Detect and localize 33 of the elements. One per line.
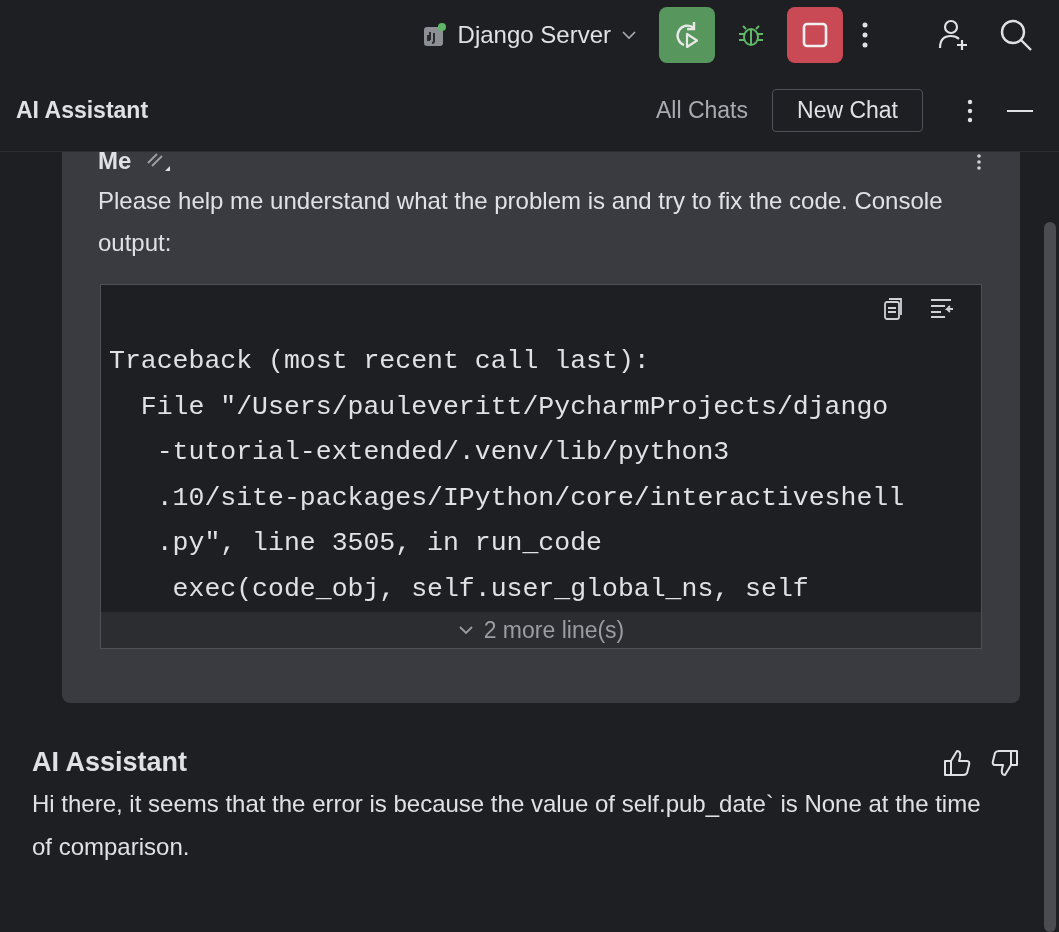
django-icon bbox=[421, 22, 448, 48]
wrap-lines-icon[interactable] bbox=[929, 297, 955, 319]
code-line: Traceback (most recent call last): bbox=[109, 345, 651, 378]
minimize-icon bbox=[1007, 108, 1033, 113]
code-line: exec(code_obj, self.user_global_ns, self bbox=[171, 572, 810, 606]
message-text: Hi there, it seems that the error is because the value of self.pub_date` is None at the time of comparison. bbox=[32, 789, 982, 862]
stop-icon bbox=[801, 21, 829, 49]
kebab-icon bbox=[861, 22, 869, 48]
search-icon bbox=[999, 18, 1033, 52]
chevron-down-icon bbox=[457, 625, 474, 635]
kebab-icon bbox=[976, 154, 982, 170]
stop-button[interactable] bbox=[787, 7, 843, 63]
code-line: .10/site-packages/IPython/core/interactiveshell bbox=[155, 481, 906, 515]
tool-window-title: AI Assistant bbox=[16, 97, 149, 124]
copy-icon[interactable] bbox=[883, 297, 905, 321]
attachment-icon bbox=[145, 151, 172, 173]
new-chat-button[interactable]: New Chat bbox=[772, 89, 923, 132]
run-config-selector[interactable]: Django Server bbox=[421, 21, 637, 49]
thumbs-up-icon[interactable] bbox=[942, 748, 972, 777]
scrollbar-thumb[interactable] bbox=[1044, 222, 1056, 932]
run-config-label: Django Server bbox=[457, 21, 611, 49]
all-chats-link[interactable]: All Chats bbox=[645, 97, 758, 124]
show-more-lines-button[interactable]: 2 more line(s) bbox=[101, 612, 981, 648]
code-line: -tutorial-extended/.venv/lib/python3 bbox=[155, 436, 731, 469]
kebab-icon bbox=[967, 98, 973, 123]
code-line: File "/Users/pauleveritt/PycharmProjects/django bbox=[139, 390, 890, 424]
chevron-down-icon bbox=[621, 30, 637, 40]
message-text: Please help me understand what the problem is and try to fix the code. Console output: bbox=[98, 186, 944, 258]
message-author: AI Assistant bbox=[32, 747, 189, 778]
code-line: .py", line 3505, in run_code bbox=[155, 527, 603, 560]
rerun-button[interactable] bbox=[659, 7, 715, 63]
message-author: Me bbox=[98, 147, 132, 175]
thumbs-down-icon[interactable] bbox=[990, 748, 1020, 777]
